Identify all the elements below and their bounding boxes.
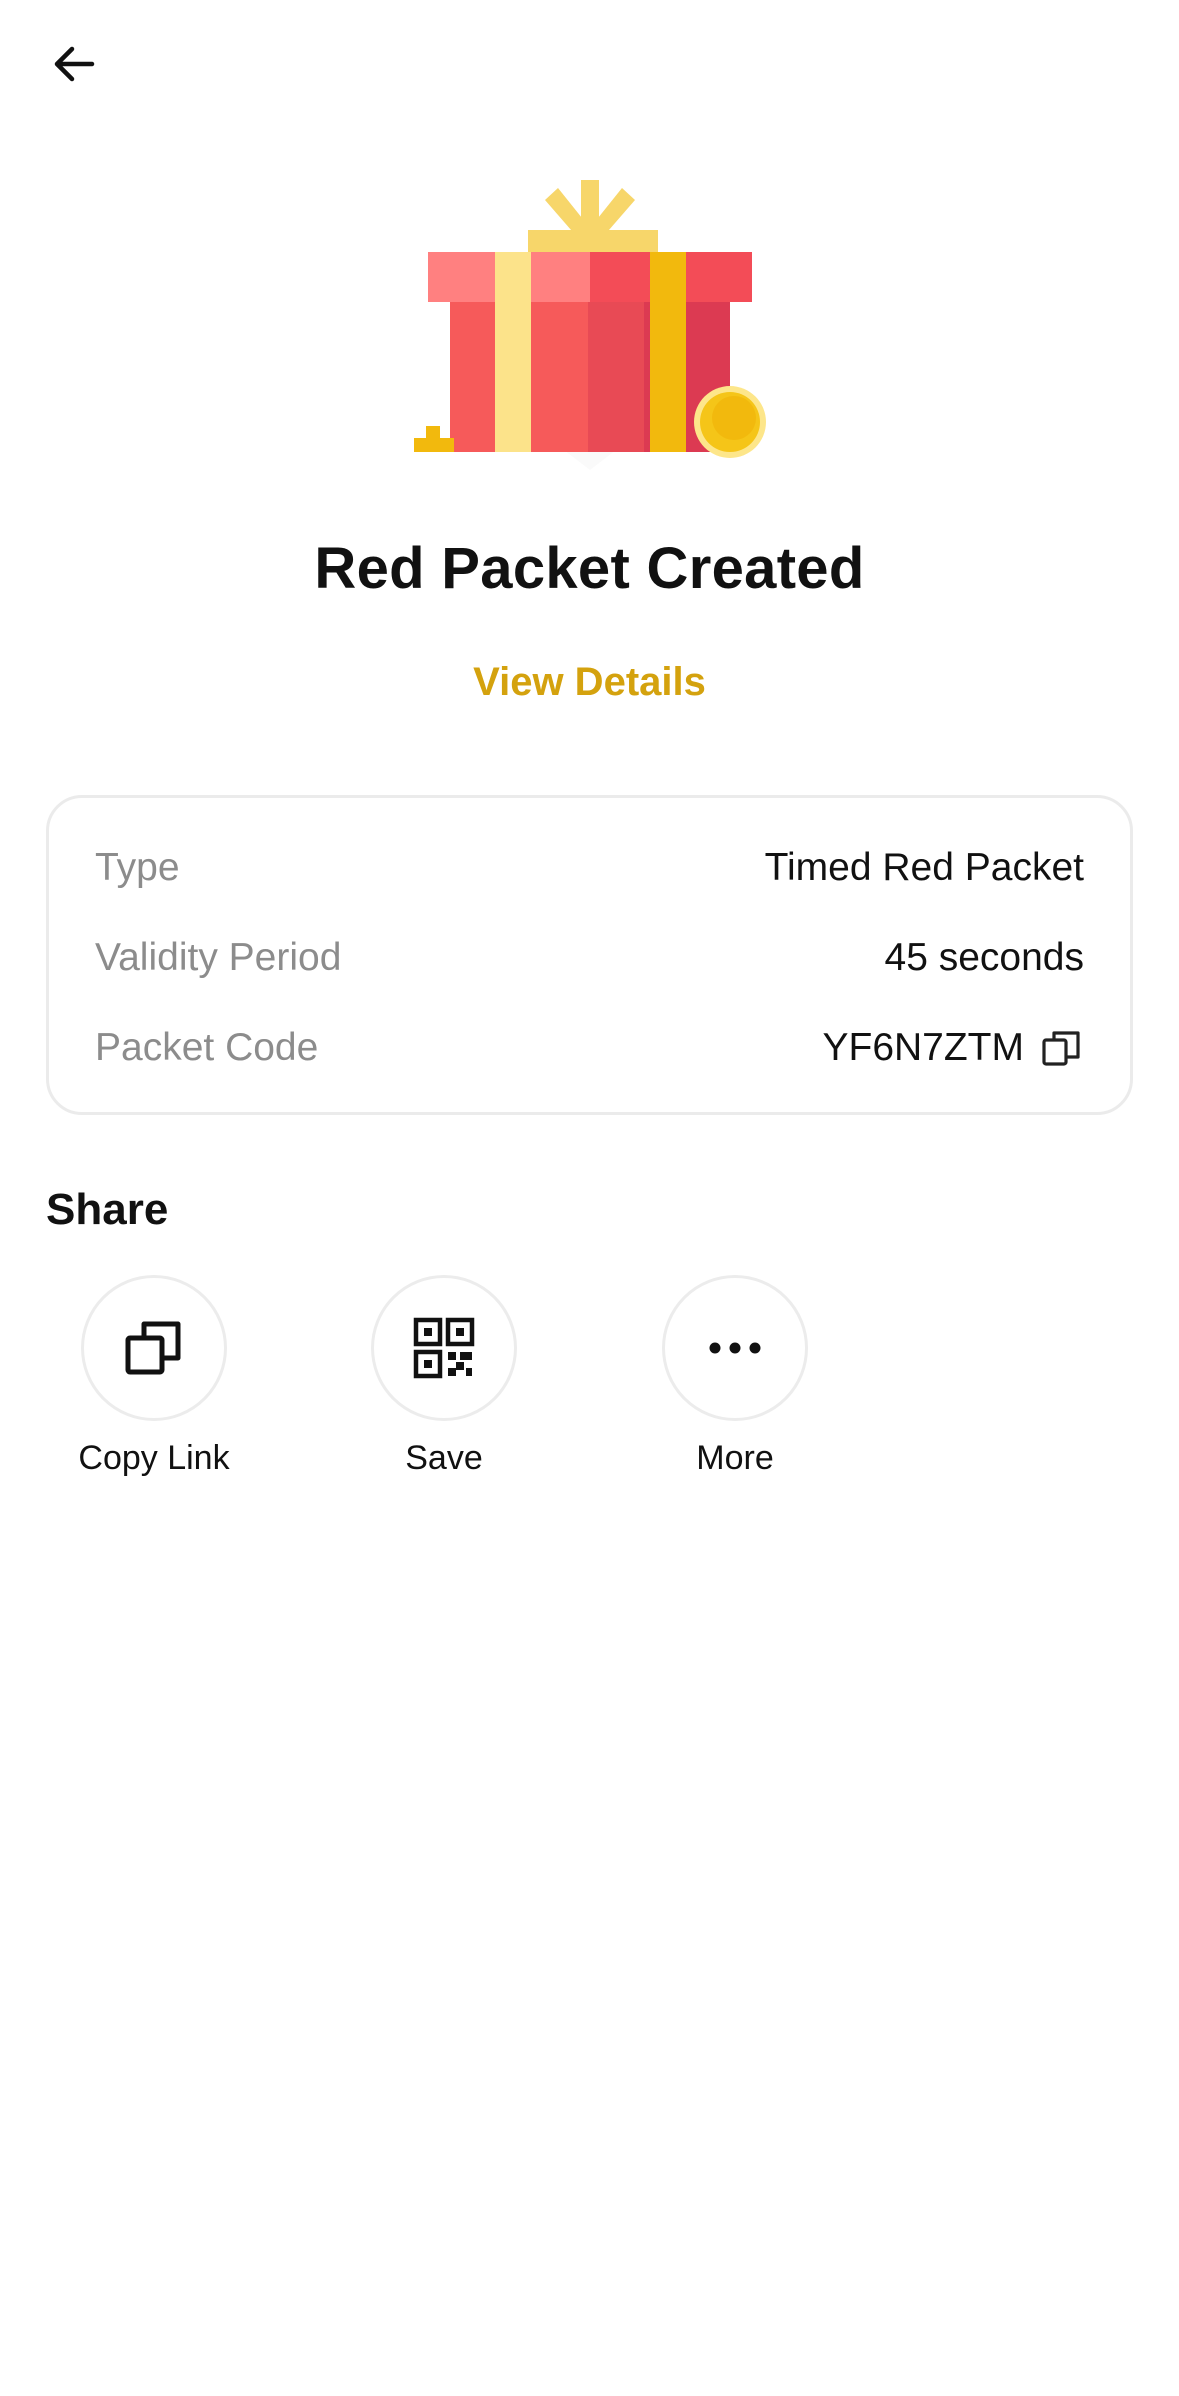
detail-label: Packet Code <box>95 1026 319 1069</box>
detail-row-validity: Validity Period 45 seconds <box>95 928 1084 988</box>
arrow-left-icon <box>54 46 95 82</box>
copy-link-icon <box>125 1321 181 1375</box>
qr-code-icon <box>413 1317 475 1379</box>
share-heading: Share <box>46 1185 169 1234</box>
packet-code-value: YF6N7ZTM <box>822 1026 1024 1069</box>
more-dots-icon <box>709 1342 761 1354</box>
more-label: More <box>696 1439 774 1477</box>
back-button[interactable] <box>38 28 110 100</box>
detail-row-packet-code: Packet Code YF6N7ZTM <box>95 1018 1084 1078</box>
detail-value: 45 seconds <box>884 936 1084 979</box>
copy-link-button[interactable]: Copy Link <box>44 1275 264 1478</box>
detail-row-type: Type Timed Red Packet <box>95 838 1084 898</box>
copy-icon[interactable] <box>1040 1026 1084 1070</box>
view-details-link[interactable]: View Details <box>0 660 1179 705</box>
gift-box-illustration <box>414 180 766 470</box>
page-title: Red Packet Created <box>314 536 865 601</box>
more-button[interactable]: More <box>625 1275 845 1478</box>
detail-label: Validity Period <box>95 936 342 979</box>
more-circle[interactable] <box>662 1275 808 1421</box>
save-label: Save <box>405 1439 483 1477</box>
detail-label: Type <box>95 846 180 889</box>
packet-code-value-wrap: YF6N7ZTM <box>822 1026 1084 1070</box>
detail-value: Timed Red Packet <box>764 846 1084 889</box>
save-circle[interactable] <box>371 1275 517 1421</box>
copy-link-label: Copy Link <box>78 1439 230 1477</box>
copy-link-circle[interactable] <box>81 1275 227 1421</box>
save-button[interactable]: Save <box>334 1275 554 1478</box>
packet-details-card: Type Timed Red Packet Validity Period 45… <box>46 795 1133 1115</box>
